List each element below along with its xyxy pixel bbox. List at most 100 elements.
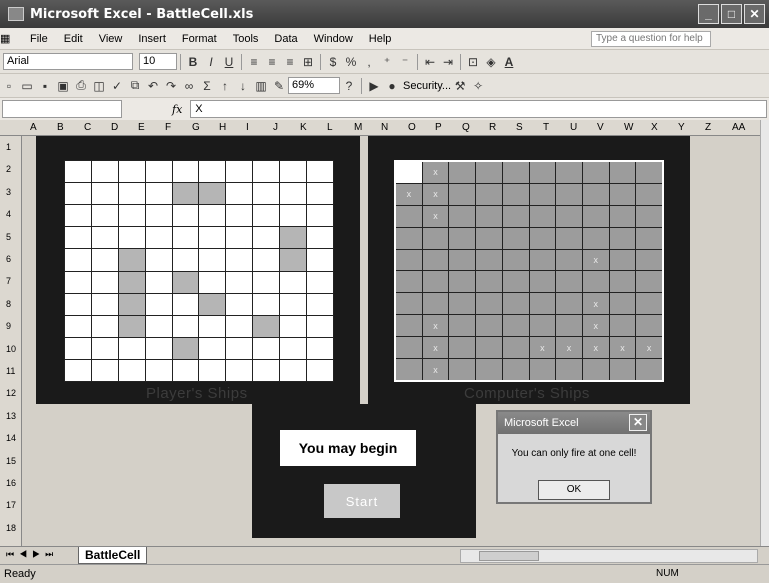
computer-cell[interactable] — [529, 271, 556, 293]
computer-miss-cell[interactable]: x — [582, 337, 609, 359]
align-right-icon[interactable]: ≡ — [281, 55, 299, 69]
computer-cell[interactable] — [476, 315, 502, 337]
computer-cell[interactable] — [449, 227, 476, 249]
computer-cell[interactable] — [529, 183, 556, 205]
column-header[interactable]: N — [381, 122, 388, 133]
computer-cell[interactable] — [502, 337, 529, 359]
computer-cell[interactable] — [556, 205, 582, 227]
computer-cell[interactable] — [556, 249, 582, 271]
new-icon[interactable]: ▫ — [0, 79, 18, 93]
menu-data[interactable]: Data — [266, 33, 305, 45]
computer-cell[interactable] — [396, 315, 422, 337]
column-header[interactable]: K — [300, 122, 307, 133]
row-header[interactable]: 13 — [6, 411, 16, 421]
computer-cell[interactable] — [609, 162, 636, 183]
computer-cell[interactable] — [449, 293, 476, 315]
column-header[interactable]: Q — [462, 122, 470, 133]
computer-cell[interactable] — [529, 293, 556, 315]
computer-cell[interactable] — [476, 227, 502, 249]
underline-icon[interactable]: U — [220, 55, 238, 69]
computer-cell[interactable] — [502, 249, 529, 271]
row-header[interactable]: 6 — [6, 254, 11, 264]
computer-cell[interactable] — [556, 315, 582, 337]
computer-miss-cell[interactable]: x — [556, 337, 582, 359]
print-preview-icon[interactable]: ◫ — [90, 79, 108, 93]
copy-icon[interactable]: ⧉ — [126, 78, 144, 93]
formula-input[interactable]: X — [190, 100, 767, 118]
computer-cell[interactable] — [502, 227, 529, 249]
hyperlink-icon[interactable]: ∞ — [180, 79, 198, 93]
column-header[interactable]: G — [192, 122, 200, 133]
computer-cell[interactable] — [609, 293, 636, 315]
computer-cell[interactable] — [449, 183, 476, 205]
column-header[interactable]: V — [597, 122, 604, 133]
autosum-icon[interactable]: Σ — [198, 79, 216, 93]
fill-color-icon[interactable]: ◈ — [482, 55, 500, 69]
design-mode-icon[interactable]: ✧ — [469, 79, 487, 93]
drawing-icon[interactable]: ✎ — [270, 79, 288, 93]
computer-cell[interactable] — [396, 293, 422, 315]
computer-cell[interactable] — [449, 249, 476, 271]
computer-cell[interactable] — [396, 205, 422, 227]
computer-cell[interactable] — [609, 183, 636, 205]
scroll-thumb[interactable] — [479, 551, 539, 561]
row-header[interactable]: 1 — [6, 142, 11, 152]
computer-cell[interactable] — [556, 183, 582, 205]
security-button[interactable]: Security... — [403, 80, 451, 92]
computer-cell[interactable] — [636, 227, 662, 249]
row-header[interactable]: 18 — [6, 523, 16, 533]
computer-cell[interactable] — [502, 315, 529, 337]
computer-cell[interactable] — [422, 249, 449, 271]
computer-cell[interactable] — [636, 315, 662, 337]
computer-cell[interactable] — [556, 359, 582, 380]
column-header[interactable]: I — [246, 122, 249, 133]
computer-cell[interactable] — [582, 162, 609, 183]
computer-cell[interactable] — [556, 227, 582, 249]
chart-wizard-icon[interactable]: ▥ — [252, 79, 270, 93]
computer-cell[interactable] — [636, 183, 662, 205]
computer-cell[interactable] — [396, 359, 422, 380]
font-size-select[interactable]: 10 — [139, 53, 177, 70]
menu-help[interactable]: Help — [361, 33, 400, 45]
computer-cell[interactable] — [529, 249, 556, 271]
row-header[interactable]: 14 — [6, 433, 16, 443]
start-button[interactable]: Start — [324, 484, 400, 518]
row-header[interactable]: 12 — [6, 388, 16, 398]
toolbox-icon[interactable]: ⚒ — [451, 79, 469, 93]
computer-cell[interactable] — [609, 315, 636, 337]
help-search-input[interactable]: Type a question for help — [591, 31, 711, 47]
computer-miss-cell[interactable]: x — [422, 183, 449, 205]
computer-cell[interactable] — [582, 271, 609, 293]
sort-ascending-icon[interactable]: ↑ — [216, 79, 234, 93]
column-header[interactable]: S — [516, 122, 523, 133]
row-header[interactable]: 7 — [6, 276, 11, 286]
computer-cell[interactable] — [449, 315, 476, 337]
zoom-select[interactable]: 69% — [288, 77, 340, 94]
computer-cell[interactable] — [502, 162, 529, 183]
row-header[interactable]: 4 — [6, 209, 11, 219]
merge-center-icon[interactable]: ⊞ — [299, 55, 317, 69]
computer-cell[interactable] — [582, 205, 609, 227]
tab-navigation[interactable]: ⏮◀▶⏭ — [6, 549, 58, 560]
save-icon[interactable]: ▪ — [36, 79, 54, 93]
computer-cell[interactable] — [582, 359, 609, 380]
vertical-scrollbar[interactable] — [760, 120, 769, 546]
computer-cell[interactable] — [529, 359, 556, 380]
column-header[interactable]: W — [624, 122, 633, 133]
percent-icon[interactable]: % — [342, 55, 360, 69]
computer-cell[interactable] — [422, 227, 449, 249]
menu-insert[interactable]: Insert — [130, 33, 174, 45]
computer-miss-cell[interactable]: x — [422, 315, 449, 337]
column-header[interactable]: F — [165, 122, 171, 133]
dialog-close-button[interactable]: ✕ — [629, 414, 647, 431]
sheet-tab-battlecell[interactable]: BattleCell — [78, 547, 148, 564]
undo-icon[interactable]: ↶ — [144, 79, 162, 93]
column-header[interactable]: Z — [705, 122, 711, 133]
fx-icon[interactable]: fx — [172, 103, 182, 116]
computer-cell[interactable] — [396, 249, 422, 271]
computer-cell[interactable] — [636, 249, 662, 271]
computer-cell[interactable] — [529, 227, 556, 249]
menu-view[interactable]: View — [91, 33, 131, 45]
computer-cell[interactable] — [396, 337, 422, 359]
column-header[interactable]: D — [111, 122, 118, 133]
